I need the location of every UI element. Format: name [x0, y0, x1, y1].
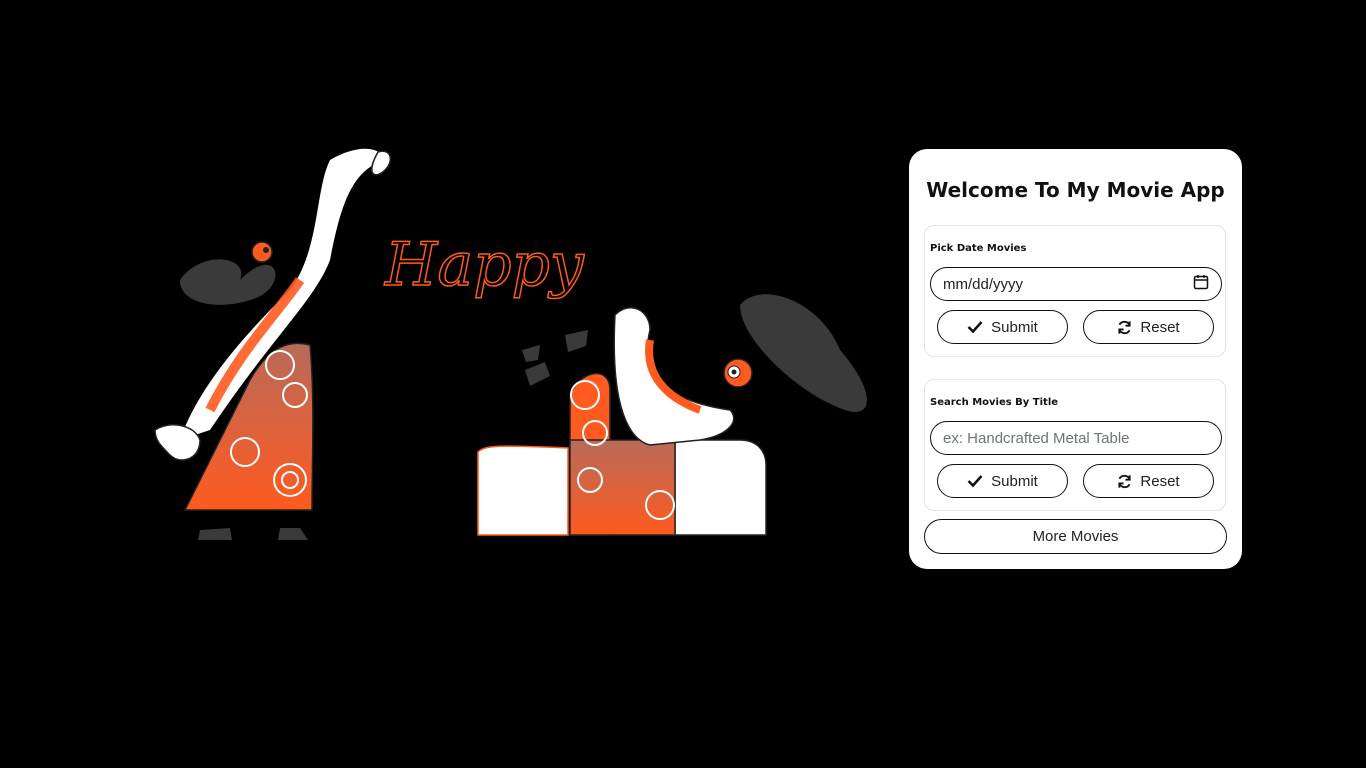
date-search-card: Pick Date Movies mm/dd/yyyy Submit Reset	[924, 225, 1226, 357]
check-icon	[967, 320, 983, 334]
more-movies-button[interactable]: More Movies	[924, 519, 1227, 554]
calendar-icon[interactable]	[1193, 274, 1209, 294]
title-submit-label: Submit	[991, 472, 1038, 490]
dark-blob-left	[180, 259, 276, 305]
title-submit-button[interactable]: Submit	[937, 464, 1068, 498]
happy-script-text: Happy	[384, 230, 585, 300]
title-search-input-wrapper	[930, 421, 1222, 455]
reclining-figure	[613, 307, 735, 446]
date-input-value: mm/dd/yyyy	[943, 275, 1024, 293]
sofa-right-arm	[674, 439, 767, 536]
refresh-icon	[1117, 320, 1132, 335]
title-search-card: Search Movies By Title Submit Reset	[924, 379, 1226, 511]
title-section-label: Search Movies By Title	[930, 397, 1059, 408]
check-icon	[967, 474, 983, 488]
bug-left	[251, 241, 273, 263]
title-search-input[interactable]	[943, 429, 1209, 447]
happy-illustration: Happy	[140, 140, 880, 550]
refresh-icon	[1117, 474, 1132, 489]
date-input[interactable]: mm/dd/yyyy	[930, 267, 1222, 301]
date-submit-label: Submit	[991, 318, 1038, 336]
date-reset-button[interactable]: Reset	[1083, 310, 1214, 344]
title-reset-button[interactable]: Reset	[1083, 464, 1214, 498]
left-figure-hand-bottom	[154, 424, 201, 461]
page-title: Welcome To My Movie App	[926, 178, 1225, 202]
title-reset-label: Reset	[1140, 472, 1180, 490]
dark-blob-right	[740, 294, 867, 412]
date-section-label: Pick Date Movies	[930, 243, 1027, 254]
sofa-left-arm	[477, 445, 569, 536]
date-submit-button[interactable]: Submit	[937, 310, 1068, 344]
date-reset-label: Reset	[1140, 318, 1180, 336]
